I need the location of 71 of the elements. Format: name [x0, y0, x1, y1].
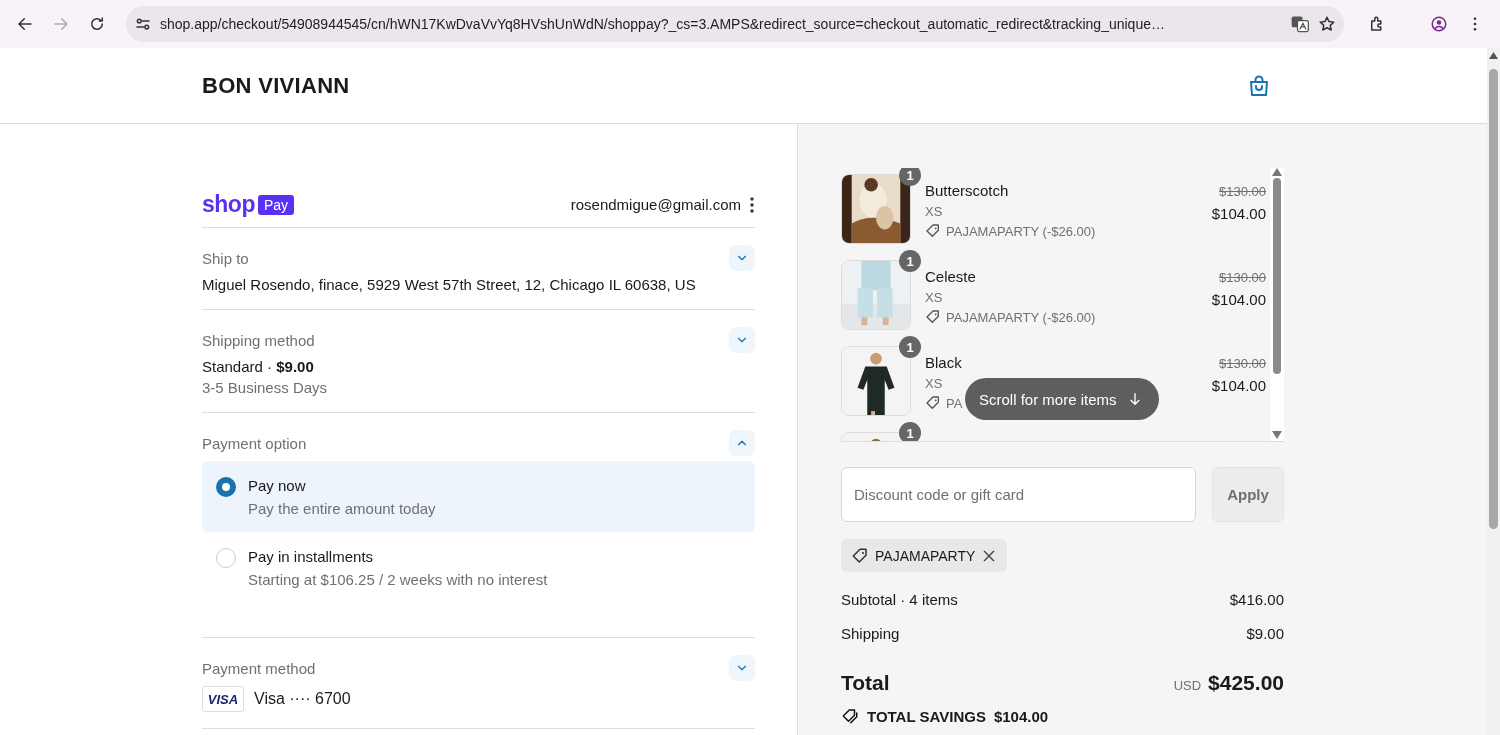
tags-icon — [841, 707, 859, 725]
section-label: Payment option — [202, 434, 307, 452]
total-amount: $425.00 — [1208, 671, 1284, 695]
logo-badge: Pay — [257, 194, 295, 215]
quantity-badge: 1 — [899, 250, 921, 272]
account-email: rosendmigue@gmail.com — [570, 196, 741, 213]
card-number: Visa ···· 6700 — [254, 690, 351, 708]
quantity-badge: 1 — [899, 422, 921, 441]
section-label: Ship to — [202, 249, 249, 267]
product-variant: XS — [925, 204, 944, 219]
radio-button[interactable] — [216, 477, 236, 497]
savings-label: TOTAL SAVINGS — [867, 707, 986, 725]
scroll-down-icon[interactable] — [1272, 431, 1282, 439]
section-value: Miguel Rosendo, finace, 5929 West 57th Street, 12, Chicago IL 60638, US — [202, 276, 697, 293]
apply-button[interactable]: Apply — [1212, 467, 1284, 522]
address-bar[interactable]: shop.app/checkout/54908944545/cn/hWN17KwDvaVvYq8HVshUnWdN/shoppay?_cs=3.AMPS&redirect_source=checkout_automatic_redirect&tracking_unique… — [126, 6, 1344, 42]
option-title: Pay in installments — [248, 548, 375, 565]
option-description: Pay the entire amount today — [248, 500, 436, 517]
card-brand-logo: VISA — [202, 686, 244, 712]
product-variant: XS — [925, 290, 944, 305]
savings-amount: $104.00 — [993, 707, 1049, 725]
summary-value: $9.00 — [1246, 625, 1284, 642]
discount-code: PAJAMAPARTY — [875, 547, 976, 564]
original-price: $130.00 — [1218, 356, 1266, 371]
delivery-time: 3-5 Business Days — [202, 379, 329, 396]
more-options-icon[interactable] — [749, 195, 755, 214]
discount-text: PAJAMAPARTY (-$26.00) — [946, 309, 1096, 325]
site-settings-icon[interactable] — [134, 15, 152, 33]
quantity-badge: 1 — [899, 336, 921, 358]
logo-word: shop — [202, 191, 255, 218]
product-name: Celeste — [925, 268, 977, 285]
option-description: Starting at $106.25 / 2 weeks with no interest — [248, 571, 548, 588]
section-label: Payment method — [202, 659, 316, 677]
star-icon[interactable] — [1318, 15, 1336, 33]
summary-label: Subtotal · 4 items — [841, 591, 958, 608]
scrollbar[interactable] — [1270, 168, 1284, 441]
total-label: Total — [841, 671, 890, 695]
product-name: Butterscotch — [925, 182, 1010, 199]
translate-icon[interactable] — [1290, 14, 1310, 34]
original-price: $130.00 — [1218, 184, 1266, 199]
section-label: Shipping method — [202, 331, 315, 349]
discount-text: PAJAMAPARTY (-$26.00) — [946, 223, 1096, 239]
scroll-up-icon[interactable] — [1489, 52, 1498, 59]
tag-icon — [925, 309, 941, 325]
tag-icon — [925, 223, 941, 239]
tag-icon — [925, 395, 941, 411]
product-variant: XS — [925, 376, 944, 391]
sale-price: $104.00 — [1211, 377, 1266, 394]
original-price: $130.00 — [1218, 270, 1266, 285]
discount-text: PA — [946, 395, 963, 411]
shopping-bag-icon[interactable] — [1247, 73, 1271, 98]
page-scrollbar[interactable] — [1487, 48, 1500, 735]
section-value: Standard · $9.00 — [202, 358, 315, 375]
discount-code-field[interactable]: Discount code or gift card — [841, 467, 1196, 522]
store-name: BON VIVIANN — [202, 72, 350, 99]
currency-code: USD — [1173, 678, 1202, 693]
profile-icon[interactable] — [1430, 15, 1448, 33]
back-arrow-icon[interactable] — [16, 15, 34, 33]
scroll-hint-button[interactable]: Scroll for more items — [965, 378, 1159, 420]
reload-icon[interactable] — [88, 15, 106, 33]
selected-option-card[interactable]: Pay now Pay the entire amount today — [202, 461, 755, 532]
url-text: shop.app/checkout/54908944545/cn/hWN17KwDvaVvYq8HVshUnWdN/shoppay?_cs=3.AMPS&redirect_source=checkout_automatic_redirect&tracking_unique… — [160, 16, 1166, 32]
product-name: Black — [925, 354, 963, 371]
sale-price: $104.00 — [1211, 205, 1266, 222]
quantity-badge: 1 — [899, 168, 921, 186]
option-title: Pay now — [248, 477, 307, 494]
option-row[interactable]: Pay in installments Starting at $106.25 / 2 weeks with no interest — [202, 532, 755, 603]
tag-icon — [851, 546, 869, 565]
summary-label: Shipping — [841, 625, 900, 642]
sale-price: $104.00 — [1211, 291, 1266, 308]
summary-value: $416.00 — [1229, 591, 1284, 608]
